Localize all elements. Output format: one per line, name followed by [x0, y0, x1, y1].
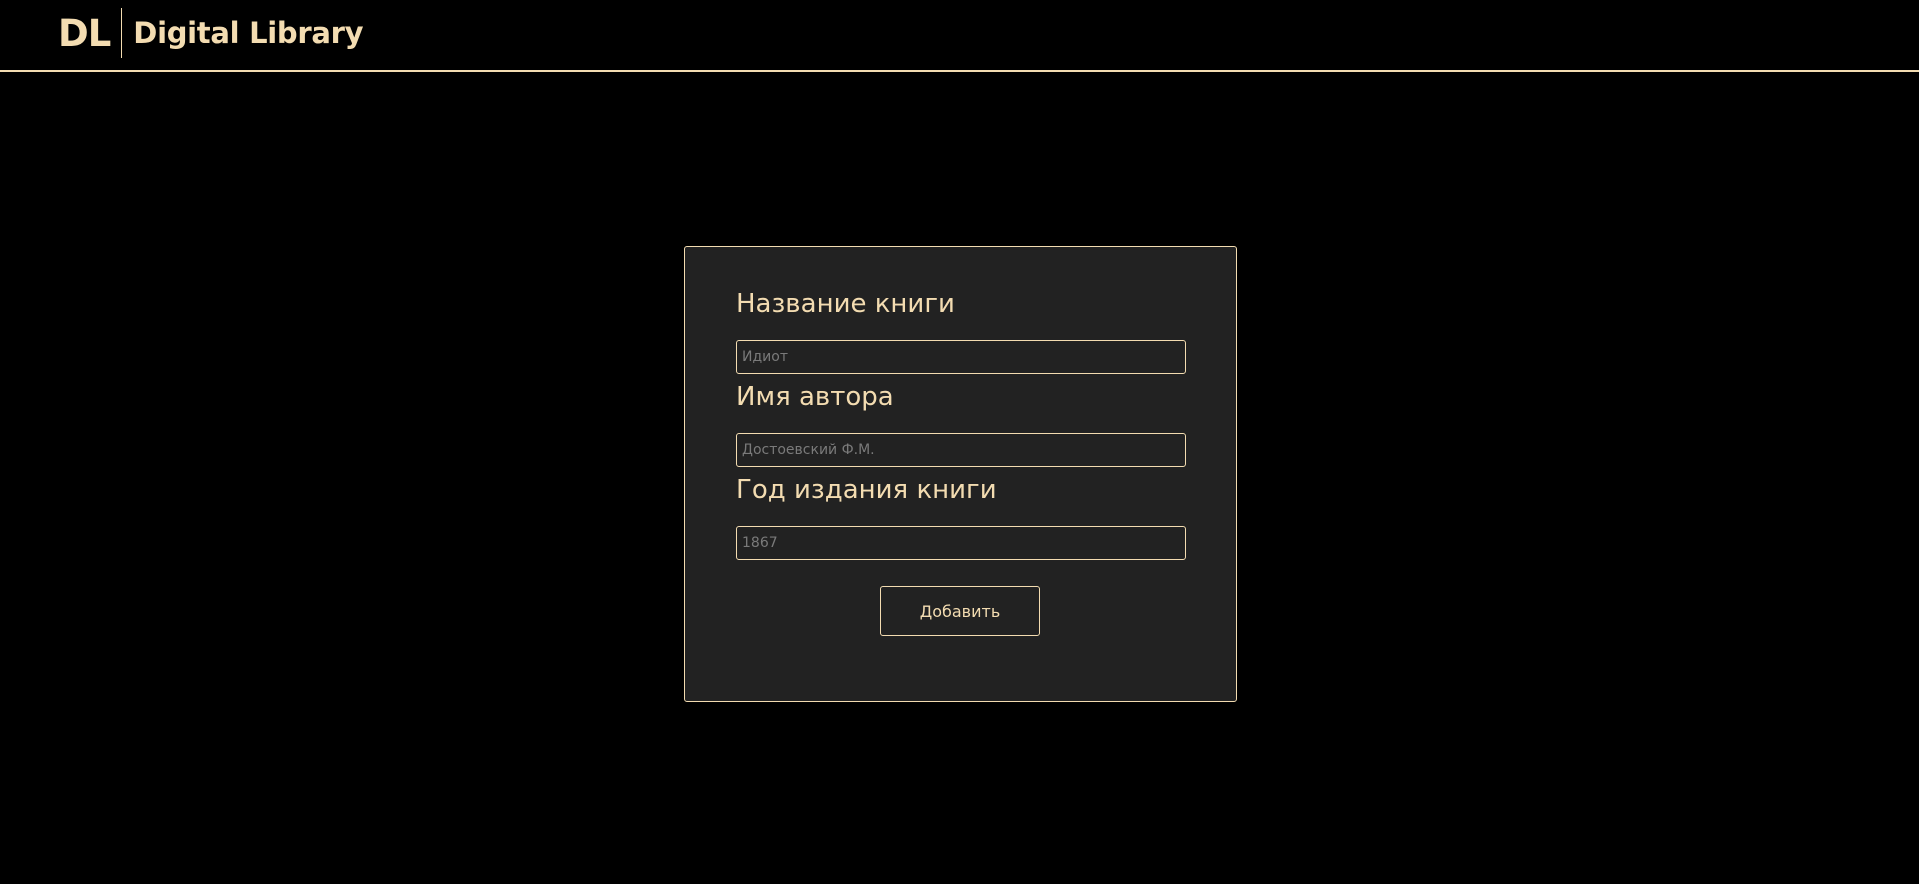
add-button[interactable]: Добавить	[880, 586, 1040, 636]
author-name-input[interactable]	[736, 433, 1186, 467]
site-title: Digital Library	[133, 15, 364, 50]
site-logo[interactable]: DL Digital Library	[58, 8, 364, 58]
author-name-label: Имя автора	[736, 382, 894, 412]
logo-mark: DL	[58, 11, 111, 55]
publication-year-input[interactable]	[736, 526, 1186, 560]
site-header: DL Digital Library	[0, 0, 1919, 72]
book-title-label: Название книги	[736, 289, 955, 319]
publication-year-label: Год издания книги	[736, 475, 997, 505]
logo-divider	[121, 8, 123, 58]
add-book-form: Название книги Имя автора Год издания кн…	[684, 246, 1237, 702]
book-title-input[interactable]	[736, 340, 1186, 374]
